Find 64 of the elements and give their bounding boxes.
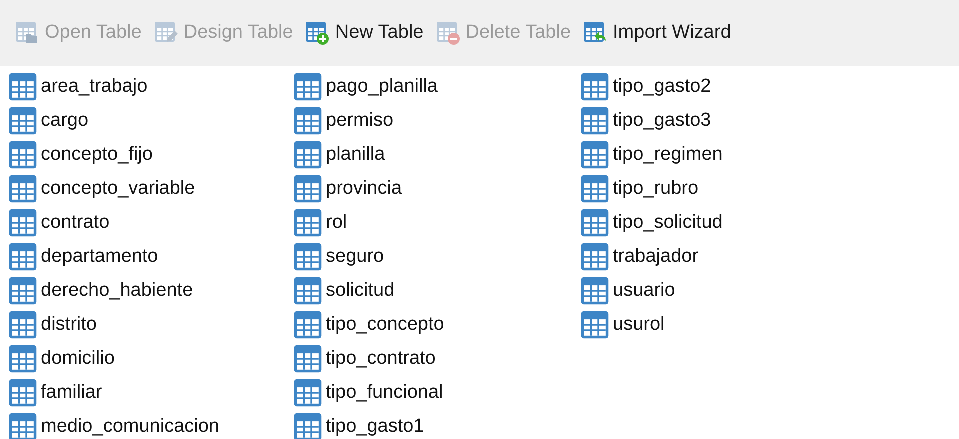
- table-name[interactable]: tipo_gasto2: [613, 72, 712, 102]
- table-icon: [293, 344, 323, 374]
- table-icon: [8, 174, 38, 204]
- table-name[interactable]: tipo_contrato: [326, 344, 436, 374]
- table-name[interactable]: tipo_rubro: [613, 174, 699, 204]
- toolbar-button[interactable]: New Table: [304, 18, 425, 48]
- table-name[interactable]: departamento: [41, 242, 158, 272]
- table-name[interactable]: tipo_gasto1: [326, 412, 424, 439]
- table-icon: [580, 310, 610, 340]
- toolbar-button[interactable]: Import Wizard: [582, 18, 732, 48]
- table-icon: [8, 242, 38, 272]
- table-name[interactable]: rol: [326, 208, 348, 238]
- table-name[interactable]: usurol: [613, 310, 665, 340]
- table-icon: [293, 208, 323, 238]
- table-name[interactable]: planilla: [326, 140, 386, 170]
- table-name[interactable]: solicitud: [326, 276, 395, 306]
- table-name[interactable]: tipo_gasto3: [613, 106, 712, 136]
- table-name[interactable]: usuario: [613, 276, 676, 306]
- table-icon: [580, 208, 610, 238]
- table-name[interactable]: tipo_regimen: [613, 140, 723, 170]
- table-icon: [8, 140, 38, 170]
- table-icon: [8, 344, 38, 374]
- table-minus-icon: [436, 21, 460, 45]
- table-name[interactable]: tipo_solicitud: [613, 208, 723, 238]
- table-icon: [293, 106, 323, 136]
- table-icon: [8, 310, 38, 340]
- table-icon: [293, 242, 323, 272]
- table-folder-icon: [15, 21, 39, 45]
- table-icon: [8, 208, 38, 238]
- table-name[interactable]: permiso: [326, 106, 394, 136]
- table-name[interactable]: concepto_variable: [41, 174, 196, 204]
- table-icon: [580, 140, 610, 170]
- table-icon: [580, 276, 610, 306]
- table-name[interactable]: tipo_concepto: [326, 310, 444, 340]
- table-name[interactable]: contrato: [41, 208, 110, 238]
- table-icon: [8, 72, 38, 102]
- table-name[interactable]: seguro: [326, 242, 384, 272]
- table-icon: [580, 174, 610, 204]
- table-name[interactable]: cargo: [41, 106, 89, 136]
- table-plus-icon: [305, 21, 330, 45]
- table-icon: [580, 72, 610, 102]
- table-name[interactable]: distrito: [41, 310, 97, 340]
- table-icon: [293, 276, 323, 306]
- table-icon: [293, 378, 323, 408]
- table-name[interactable]: pago_planilla: [326, 72, 438, 102]
- table-name[interactable]: medio_comunicacion: [41, 412, 220, 439]
- table-pencil-icon: [154, 21, 178, 45]
- table-icon: [8, 378, 38, 408]
- table-icon: [580, 106, 610, 136]
- table-icon: [580, 242, 610, 272]
- table-name[interactable]: trabajador: [613, 242, 699, 272]
- table-name[interactable]: domicilio: [41, 344, 115, 374]
- table-name[interactable]: provincia: [326, 174, 402, 204]
- table-name[interactable]: derecho_habiente: [41, 276, 194, 306]
- table-icon: [293, 174, 323, 204]
- table-name[interactable]: familiar: [41, 378, 102, 408]
- table-name[interactable]: concepto_fijo: [41, 140, 153, 170]
- table-icon: [8, 106, 38, 136]
- table-icon: [293, 72, 323, 102]
- table-name[interactable]: tipo_funcional: [326, 378, 444, 408]
- table-icon: [8, 276, 38, 306]
- table-icon: [293, 140, 323, 170]
- table-icon: [293, 310, 323, 340]
- table-name[interactable]: area_trabajo: [41, 72, 148, 102]
